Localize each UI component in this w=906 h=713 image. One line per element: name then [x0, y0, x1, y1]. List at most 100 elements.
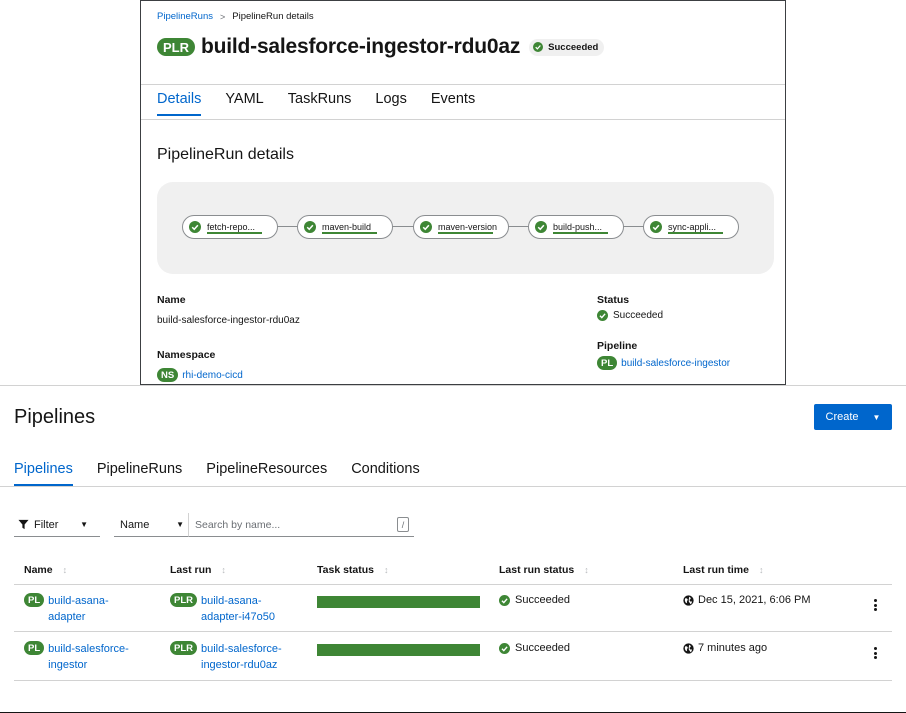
link-line: build-asana-	[48, 595, 109, 607]
check-circle-icon	[650, 221, 662, 233]
pl-badge: PL	[597, 356, 618, 370]
task-node-label: fetch-repo...	[207, 222, 256, 232]
task-node-label: maven-build	[322, 222, 372, 232]
last-run-status-text: Succeeded	[515, 594, 571, 606]
namespace-label: Namespace	[157, 349, 216, 361]
status-value: Succeeded	[597, 310, 663, 321]
pipeline-graph: fetch-repo... maven-build maven-version …	[157, 182, 774, 274]
link-line: build-salesforce-	[48, 643, 129, 655]
status-value-text: Succeeded	[613, 310, 664, 321]
tabs-divider	[141, 119, 785, 120]
filter-dropdown[interactable]: Filter ▼	[14, 513, 100, 537]
search-input[interactable]	[188, 513, 414, 537]
task-status-bar[interactable]	[317, 644, 480, 656]
task-node-maven-version[interactable]: maven-version	[413, 215, 509, 239]
globe-icon	[683, 594, 694, 606]
plr-badge: PLR	[157, 38, 195, 56]
column-header-label: Name	[24, 564, 53, 576]
task-node-label: sync-appli...	[668, 222, 717, 232]
caret-down-icon: ▼	[176, 520, 184, 529]
tab-pipelines[interactable]: Pipelines	[14, 461, 73, 486]
filter-attribute-select[interactable]: Name ▼	[114, 513, 188, 537]
task-node-build-push[interactable]: build-push...	[528, 215, 624, 239]
task-node-fetch-repository[interactable]: fetch-repo...	[182, 215, 278, 239]
table-row-divider	[14, 631, 892, 632]
tab-taskruns[interactable]: TaskRuns	[288, 91, 352, 116]
caret-down-icon: ▼	[872, 412, 881, 422]
link-line: build-asana-	[201, 595, 262, 607]
task-progress-bar	[438, 232, 493, 234]
last-run-link[interactable]: build-asana- adapter-i47o50	[201, 593, 275, 625]
sort-icon: ↕	[584, 565, 589, 575]
plr-badge: PLR	[170, 641, 197, 655]
pipeline-label: Pipeline	[597, 340, 638, 352]
last-run-time-text: 7 minutes ago	[698, 642, 768, 654]
column-header-task-status[interactable]: Task status ↕	[317, 564, 389, 576]
tab-pipelineresources[interactable]: PipelineResources	[206, 461, 327, 486]
kebab-icon[interactable]	[872, 598, 878, 612]
name-value: build-salesforce-ingestor-rdu0az	[157, 315, 300, 326]
task-status-bar[interactable]	[317, 596, 480, 608]
column-header-label: Last run	[170, 564, 212, 576]
ns-badge: NS	[157, 368, 179, 382]
details-tabs: Details YAML TaskRuns Logs Events	[157, 91, 499, 116]
last-run-time-text: Dec 15, 2021, 6:06 PM	[698, 594, 811, 606]
tab-events[interactable]: Events	[431, 91, 475, 116]
breadcrumb-pipelineruns-link[interactable]: PipelineRuns	[157, 11, 213, 22]
task-progress-bar	[322, 232, 377, 234]
table-row-2-last-run: PLR build-salesforce- ingestor-rdu0az	[170, 641, 282, 673]
check-circle-icon	[535, 221, 547, 233]
check-circle-icon	[420, 221, 432, 233]
task-node-label: maven-version	[438, 222, 498, 232]
table-row-1-status: Succeeded	[499, 594, 570, 606]
tab-yaml[interactable]: YAML	[225, 91, 263, 116]
last-run-status-text: Succeeded	[515, 642, 571, 654]
column-header-last-run[interactable]: Last run ↕	[170, 564, 226, 576]
name-label: Name	[157, 294, 186, 306]
task-node-maven-build[interactable]: maven-build	[297, 215, 393, 239]
pipeline-name-link[interactable]: build-asana- adapter	[48, 593, 109, 625]
namespace-link[interactable]: rhi-demo-cicd	[182, 370, 243, 381]
pipelines-tabs: Pipelines PipelineRuns PipelineResources…	[14, 461, 444, 486]
breadcrumb: PipelineRuns > PipelineRun details	[157, 11, 314, 22]
task-node-sync-application[interactable]: sync-appli...	[643, 215, 739, 239]
pipeline-link[interactable]: build-salesforce-ingestor	[621, 358, 730, 369]
create-button[interactable]: Create ▼	[814, 404, 892, 430]
table-row-1-name: PL build-asana- adapter	[24, 593, 109, 625]
sort-icon: ↕	[62, 565, 68, 575]
plr-badge: PLR	[170, 593, 197, 607]
keyboard-shortcut-hint: /	[397, 517, 409, 532]
table-row-2-time: 7 minutes ago	[683, 642, 767, 654]
status-label: Status	[597, 294, 630, 306]
table-row-2-name: PL build-salesforce- ingestor	[24, 641, 129, 673]
tab-pipelineruns[interactable]: PipelineRuns	[97, 461, 182, 486]
kebab-icon[interactable]	[872, 646, 878, 660]
task-progress-bar	[553, 232, 608, 234]
sort-icon: ↕	[758, 565, 764, 575]
tab-details[interactable]: Details	[157, 91, 202, 116]
pipelinerun-details-card: PipelineRuns > PipelineRun details PLR b…	[140, 0, 786, 385]
column-header-last-run-status[interactable]: Last run status ↕	[499, 564, 589, 576]
tab-conditions[interactable]: Conditions	[351, 461, 420, 486]
column-header-last-run-time[interactable]: Last run time ↕	[683, 564, 763, 576]
column-header-label: Task status	[317, 564, 374, 576]
link-line: build-salesforce-	[201, 643, 282, 655]
sort-icon: ↕	[384, 565, 389, 575]
breadcrumb-current: PipelineRun details	[232, 11, 314, 22]
check-circle-icon	[499, 594, 510, 606]
check-circle-icon	[189, 221, 201, 233]
column-header-name[interactable]: Name ↕	[24, 564, 67, 576]
tab-logs[interactable]: Logs	[375, 91, 406, 116]
link-line: adapter	[48, 611, 86, 623]
page-header: PLR build-salesforce-ingestor-rdu0az Suc…	[157, 35, 605, 59]
task-progress-bar	[207, 232, 262, 234]
check-circle-icon	[533, 42, 544, 52]
last-run-link[interactable]: build-salesforce- ingestor-rdu0az	[201, 641, 282, 673]
pipeline-value: PL build-salesforce-ingestor	[597, 356, 730, 370]
task-progress-bar	[668, 232, 723, 234]
table-row-1-time: Dec 15, 2021, 6:06 PM	[683, 594, 811, 606]
check-circle-icon	[597, 310, 608, 321]
header-divider	[141, 84, 785, 85]
pipeline-name-link[interactable]: build-salesforce- ingestor	[48, 641, 129, 673]
check-circle-icon	[499, 642, 510, 654]
